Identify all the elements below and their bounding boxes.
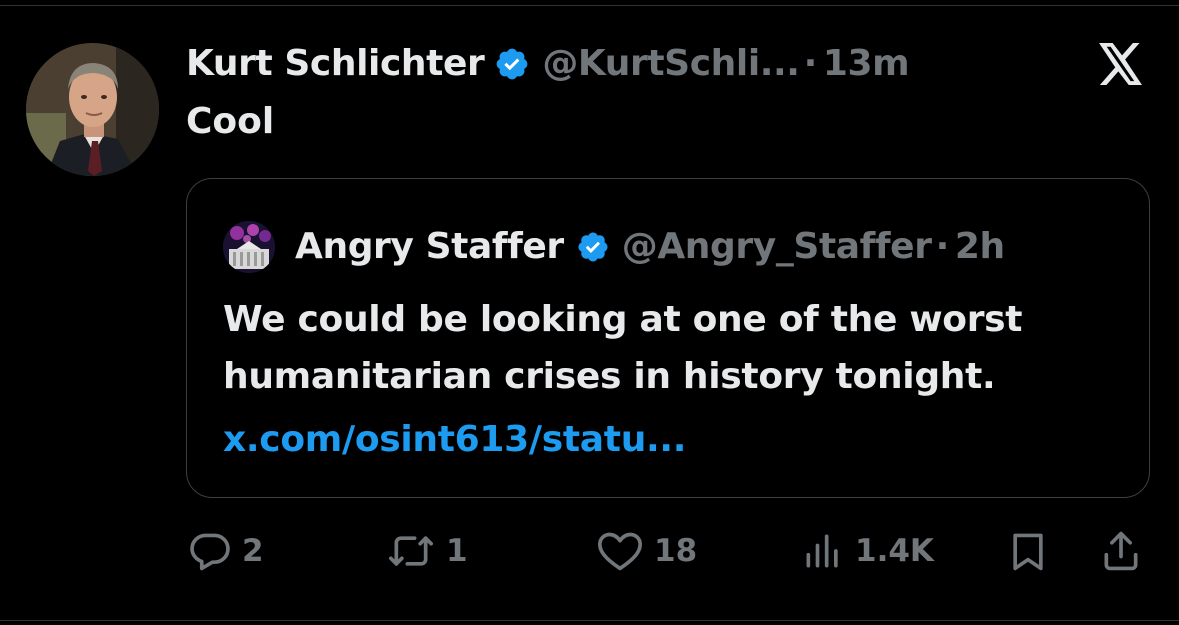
author-handle[interactable]: @KurtSchli... bbox=[542, 40, 800, 88]
bookmark-button[interactable] bbox=[1006, 527, 1050, 575]
author-name[interactable]: Kurt Schlichter bbox=[186, 40, 485, 88]
quoted-author-handle[interactable]: @Angry_Staffer bbox=[622, 223, 932, 271]
bookmark-icon bbox=[1006, 529, 1050, 573]
quoted-author-name[interactable]: Angry Staffer bbox=[295, 223, 564, 271]
like-button[interactable]: 18 bbox=[596, 527, 697, 575]
quoted-tweet-header: Angry Staffer @Angry_Staffer · 2h bbox=[295, 223, 1005, 271]
separator-dot: · bbox=[803, 43, 818, 84]
quoted-tweet-link[interactable]: x.com/osint613/statu... bbox=[223, 411, 686, 468]
like-count: 18 bbox=[654, 533, 698, 569]
quoted-tweet-card[interactable]: Angry Staffer @Angry_Staffer · 2h We cou… bbox=[186, 178, 1150, 498]
views-icon bbox=[801, 529, 845, 573]
separator-dot: · bbox=[935, 226, 950, 267]
repost-button[interactable]: 1 bbox=[386, 527, 468, 575]
repost-count: 1 bbox=[446, 533, 468, 569]
tweet-timestamp[interactable]: 13m bbox=[823, 40, 910, 88]
top-divider bbox=[0, 5, 1179, 6]
repost-icon bbox=[386, 529, 436, 573]
reply-count: 2 bbox=[242, 533, 264, 569]
quoted-text-line: We could be looking at one of the worst bbox=[223, 299, 1023, 340]
bottom-divider bbox=[0, 620, 1179, 621]
share-button[interactable] bbox=[1099, 527, 1143, 575]
author-avatar[interactable] bbox=[26, 43, 159, 176]
verified-badge-icon bbox=[494, 46, 530, 82]
verified-badge-icon bbox=[576, 230, 610, 264]
tweet-header: Kurt Schlichter @KurtSchli... · 13m bbox=[186, 40, 910, 88]
quoted-tweet-text: We could be looking at one of the worst … bbox=[223, 291, 1123, 405]
quoted-author-avatar[interactable] bbox=[223, 221, 275, 273]
reply-button[interactable]: 2 bbox=[188, 527, 264, 575]
x-logo-icon bbox=[1098, 43, 1144, 85]
tweet-text: Cool bbox=[186, 101, 275, 142]
reply-icon bbox=[188, 529, 232, 573]
quoted-tweet-timestamp[interactable]: 2h bbox=[955, 223, 1005, 271]
share-icon bbox=[1099, 529, 1143, 573]
quoted-text-line: humanitarian crises in history tonight. bbox=[223, 356, 996, 397]
heart-icon bbox=[596, 529, 644, 573]
views-count: 1.4K bbox=[855, 533, 934, 569]
views-button[interactable]: 1.4K bbox=[801, 527, 934, 575]
